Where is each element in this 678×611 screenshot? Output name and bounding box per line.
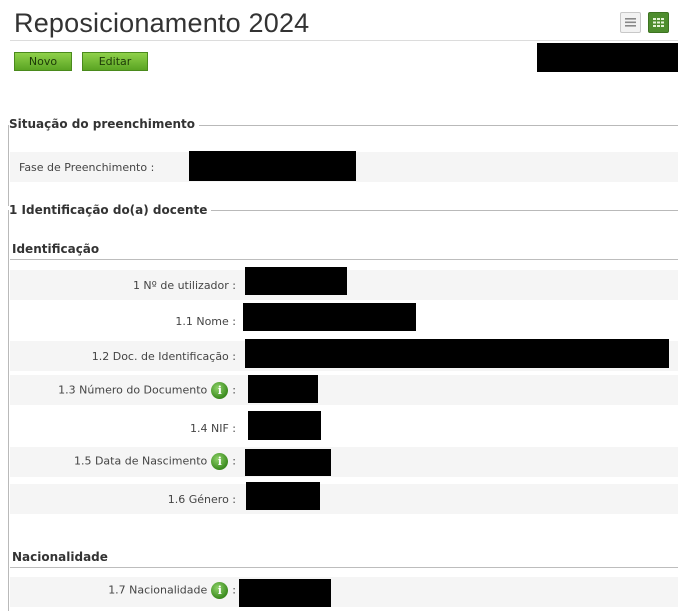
identificacao-subheading-rule	[10, 259, 678, 260]
field-value-redacted	[245, 449, 331, 476]
field-label-suffix: :	[232, 383, 236, 397]
page-title: Reposicionamento 2024	[14, 8, 310, 38]
field-label-genero: 1.6 Género :	[167, 493, 236, 506]
situacao-legend: Situação do preenchimento	[9, 117, 200, 131]
editar-button[interactable]: Editar	[82, 52, 148, 71]
field-value-redacted	[239, 579, 331, 607]
list-view-icon	[625, 18, 636, 27]
field-label-data-nascimento-text: 1.5 Data de Nascimento	[73, 454, 208, 468]
title-divider	[10, 40, 678, 41]
field-value-redacted	[246, 482, 320, 510]
nacionalidade-subheading: Nacionalidade	[12, 550, 108, 564]
field-label-suffix: :	[232, 454, 236, 468]
identificacao-subheading: Identificação	[12, 242, 100, 256]
fase-value-redacted	[189, 151, 356, 181]
grid-view-icon	[653, 18, 664, 27]
field-label-numero-documento-text: 1.3 Número do Documento	[58, 383, 208, 397]
field-label-nome: 1.1 Nome :	[175, 315, 236, 328]
field-label-nacionalidade-text: 1.7 Nacionalidade	[108, 583, 208, 597]
field-value-redacted	[245, 339, 669, 368]
nacionalidade-subheading-rule	[10, 567, 678, 568]
field-value-redacted	[245, 267, 347, 295]
field-label-numero-documento: 1.3 Número do Documento i:	[58, 382, 236, 399]
field-label-nacionalidade: 1.7 Nacionalidade i:	[108, 582, 236, 599]
field-label-doc-identificacao: 1.2 Doc. de Identificação :	[91, 350, 236, 363]
grid-view-button[interactable]	[648, 12, 669, 33]
field-row	[10, 413, 678, 443]
list-view-button[interactable]	[620, 12, 641, 33]
info-icon[interactable]: i	[211, 582, 229, 599]
info-icon[interactable]: i	[211, 382, 229, 399]
field-value-redacted	[248, 375, 318, 403]
field-value-redacted	[243, 303, 416, 331]
field-value-redacted	[248, 411, 321, 440]
field-label-utilizador: 1 Nº de utilizador :	[132, 279, 236, 292]
fase-label: Fase de Preenchimento :	[19, 161, 155, 174]
info-icon[interactable]: i	[211, 453, 229, 470]
field-label-suffix: :	[232, 583, 236, 597]
identificacao-legend: 1 Identificação do(a) docente	[9, 203, 212, 217]
field-label-data-nascimento: 1.5 Data de Nascimento i:	[74, 453, 236, 470]
redacted-header-info	[537, 43, 678, 72]
novo-button[interactable]: Novo	[14, 52, 72, 71]
field-row	[10, 484, 678, 514]
field-label-nif: 1.4 NIF :	[190, 422, 236, 435]
